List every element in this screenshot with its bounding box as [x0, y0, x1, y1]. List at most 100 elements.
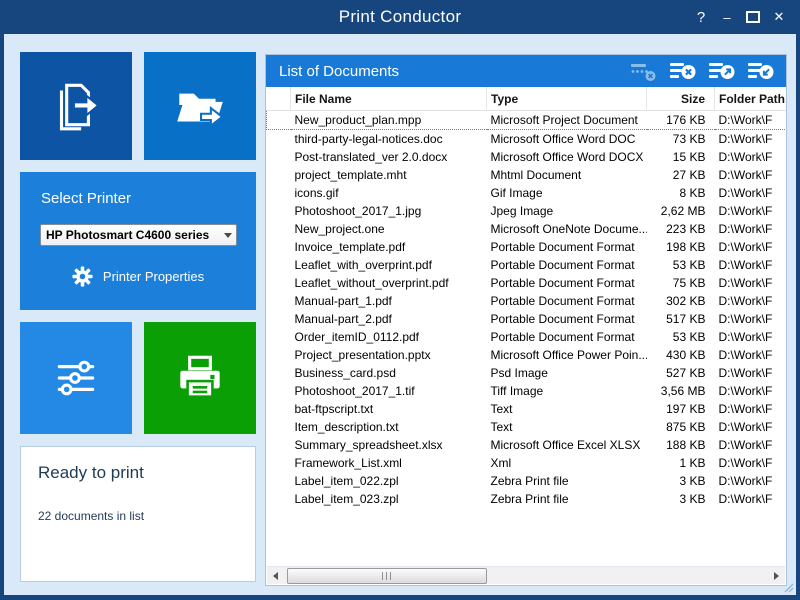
folder-path-cell: D:\Work\F — [715, 202, 787, 220]
table-row[interactable]: New_product_plan.mppMicrosoft Project Do… — [267, 111, 787, 130]
file-name-cell: Project_presentation.pptx — [291, 346, 487, 364]
scrollbar-thumb[interactable] — [287, 568, 487, 584]
size-cell: 176 KB — [647, 111, 715, 130]
printer-properties-label: Printer Properties — [103, 269, 204, 284]
export-list-icon[interactable] — [709, 60, 735, 82]
table-row[interactable]: Invoice_template.pdfPortable Document Fo… — [267, 238, 787, 256]
file-name-column-header[interactable]: File Name — [291, 87, 487, 111]
type-cell: Microsoft Office Word DOCX — [487, 148, 647, 166]
folder-path-cell: D:\Work\F — [715, 472, 787, 490]
size-cell: 2,62 MB — [647, 202, 715, 220]
add-folder-button[interactable] — [144, 52, 256, 160]
size-column-header[interactable]: Size — [647, 87, 715, 111]
folder-path-cell: D:\Work\F — [715, 274, 787, 292]
folder-path-cell: D:\Work\F — [715, 310, 787, 328]
scroll-left-button[interactable] — [267, 567, 284, 584]
icon-cell — [267, 364, 291, 382]
table-row[interactable]: Framework_List.xmlXml1 KBD:\Work\F — [267, 454, 787, 472]
printer-heading: Select Printer — [41, 190, 131, 207]
type-cell: Text — [487, 400, 647, 418]
file-name-cell: third-party-legal-notices.doc — [291, 130, 487, 149]
table-row[interactable]: icons.gifGif Image8 KBD:\Work\F — [267, 184, 787, 202]
icon-cell — [267, 238, 291, 256]
table-row[interactable]: Manual-part_2.pdfPortable Document Forma… — [267, 310, 787, 328]
table-row[interactable]: Label_item_022.zplZebra Print file3 KBD:… — [267, 472, 787, 490]
printer-properties-button[interactable]: Printer Properties — [20, 262, 256, 290]
title-bar: Print Conductor ? – ✕ — [0, 0, 800, 34]
type-cell: Portable Document Format — [487, 274, 647, 292]
folder-path-cell: D:\Work\F — [715, 490, 787, 508]
icon-cell — [267, 220, 291, 238]
folder-path-cell: D:\Work\F — [715, 346, 787, 364]
size-cell: 73 KB — [647, 130, 715, 149]
horizontal-scrollbar[interactable] — [267, 566, 785, 584]
file-name-cell: Item_description.txt — [291, 418, 487, 436]
maximize-button[interactable] — [740, 4, 766, 30]
size-cell: 302 KB — [647, 292, 715, 310]
document-list-panel: List of Documents — [265, 54, 787, 586]
folder-path-cell: D:\Work\F — [715, 166, 787, 184]
import-list-icon[interactable] — [748, 60, 774, 82]
folder-path-cell: D:\Work\F — [715, 436, 787, 454]
file-name-cell: Framework_List.xml — [291, 454, 487, 472]
folder-path-cell: D:\Work\F — [715, 184, 787, 202]
document-table: File Name Type Size Folder Path New_prod… — [266, 87, 786, 567]
table-row[interactable]: Business_card.psdPsd Image527 KBD:\Work\… — [267, 364, 787, 382]
folder-path-cell: D:\Work\F — [715, 130, 787, 149]
minimize-button[interactable]: – — [714, 4, 740, 30]
folder-path-cell: D:\Work\F — [715, 238, 787, 256]
table-row[interactable]: Photoshoot_2017_1.jpgJpeg Image2,62 MBD:… — [267, 202, 787, 220]
size-cell: 3,56 MB — [647, 382, 715, 400]
file-name-cell: Invoice_template.pdf — [291, 238, 487, 256]
icon-cell — [267, 436, 291, 454]
type-cell: Microsoft Office Power Poin... — [487, 346, 647, 364]
type-cell: Microsoft OneNote Docume... — [487, 220, 647, 238]
type-cell: Zebra Print file — [487, 472, 647, 490]
print-button[interactable] — [144, 322, 256, 434]
table-row[interactable]: Order_itemID_0112.pdfPortable Document F… — [267, 328, 787, 346]
table-row[interactable]: Manual-part_1.pdfPortable Document Forma… — [267, 292, 787, 310]
icon-cell — [267, 130, 291, 149]
help-button[interactable]: ? — [688, 4, 714, 30]
close-button[interactable]: ✕ — [766, 4, 792, 30]
table-row[interactable]: Photoshoot_2017_1.tifTiff Image3,56 MBD:… — [267, 382, 787, 400]
resize-grip-icon[interactable] — [782, 581, 794, 593]
table-row[interactable]: Leaflet_without_overprint.pdfPortable Do… — [267, 274, 787, 292]
table-row[interactable]: Label_item_023.zplZebra Print file3 KBD:… — [267, 490, 787, 508]
folder-path-cell: D:\Work\F — [715, 292, 787, 310]
status-box: Ready to print 22 documents in list — [20, 446, 256, 582]
table-row[interactable]: bat-ftpscript.txtText197 KBD:\Work\F — [267, 400, 787, 418]
folder-path-cell: D:\Work\F — [715, 148, 787, 166]
folder-path-cell: D:\Work\F — [715, 111, 787, 130]
remove-item-icon[interactable] — [631, 60, 657, 82]
folder-path-column-header[interactable]: Folder Path — [715, 87, 787, 111]
clear-list-icon[interactable] — [670, 60, 696, 82]
size-cell: 430 KB — [647, 346, 715, 364]
file-name-cell: project_template.mht — [291, 166, 487, 184]
icon-cell — [267, 202, 291, 220]
settings-button[interactable] — [20, 322, 132, 434]
icon-cell — [267, 184, 291, 202]
table-row[interactable]: Summary_spreadsheet.xlsxMicrosoft Office… — [267, 436, 787, 454]
table-row[interactable]: project_template.mhtMhtml Document27 KBD… — [267, 166, 787, 184]
window-controls: ? – ✕ — [688, 0, 792, 34]
table-row[interactable]: third-party-legal-notices.docMicrosoft O… — [267, 130, 787, 149]
list-toolbar — [631, 60, 786, 82]
table-row[interactable]: Project_presentation.pptxMicrosoft Offic… — [267, 346, 787, 364]
type-cell: Microsoft Office Word DOC — [487, 130, 647, 149]
icon-column-header[interactable] — [267, 87, 291, 111]
printer-select[interactable]: HP Photosmart C4600 series — [40, 224, 237, 246]
table-row[interactable]: Leaflet_with_overprint.pdfPortable Docum… — [267, 256, 787, 274]
folder-path-cell: D:\Work\F — [715, 454, 787, 472]
size-cell: 198 KB — [647, 238, 715, 256]
table-row[interactable]: Post-translated_ver 2.0.docxMicrosoft Of… — [267, 148, 787, 166]
file-name-cell: Label_item_022.zpl — [291, 472, 487, 490]
type-column-header[interactable]: Type — [487, 87, 647, 111]
icon-cell — [267, 346, 291, 364]
add-documents-button[interactable] — [20, 52, 132, 160]
add-folder-icon — [171, 77, 229, 135]
table-row[interactable]: New_project.oneMicrosoft OneNote Docume.… — [267, 220, 787, 238]
size-cell: 3 KB — [647, 490, 715, 508]
icon-cell — [267, 292, 291, 310]
table-row[interactable]: Item_description.txtText875 KBD:\Work\F — [267, 418, 787, 436]
